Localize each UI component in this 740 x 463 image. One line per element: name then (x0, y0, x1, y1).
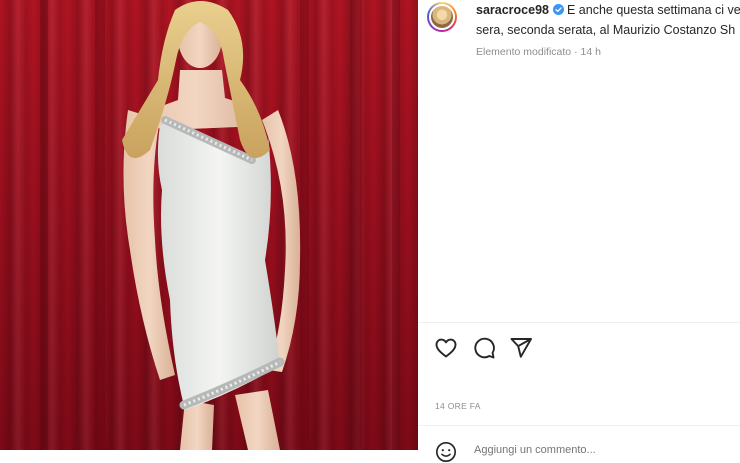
post-side-panel: saracroce98 E anche questa settimana ci … (418, 0, 740, 462)
post-image[interactable] (0, 0, 418, 450)
comment-icon[interactable] (472, 336, 496, 360)
edited-separator: · (574, 46, 578, 58)
post-timestamp[interactable]: 14 ORE FA (435, 401, 481, 411)
emoji-icon[interactable] (435, 441, 457, 463)
comment-input[interactable] (474, 443, 704, 457)
username-link[interactable]: saracroce98 (476, 3, 549, 17)
edited-time[interactable]: 14 h (580, 46, 600, 58)
verified-badge-icon (552, 4, 564, 15)
heart-icon[interactable] (434, 336, 458, 360)
caption-text-line1: E anche questa settimana ci ve (566, 3, 740, 17)
edited-info: Elemento modificato · 14 h (476, 46, 601, 58)
caption-first-line: saracroce98 E anche questa settimana ci … (476, 3, 740, 18)
post-photo-illustration (40, 0, 400, 450)
avatar[interactable] (427, 2, 457, 32)
divider (418, 425, 740, 426)
edited-label: Elemento modificato (476, 46, 572, 58)
caption-text-line2: sera, seconda serata, al Maurizio Costan… (476, 23, 736, 37)
divider (418, 322, 740, 323)
avatar-image (429, 4, 455, 30)
paper-plane-icon[interactable] (509, 336, 533, 360)
